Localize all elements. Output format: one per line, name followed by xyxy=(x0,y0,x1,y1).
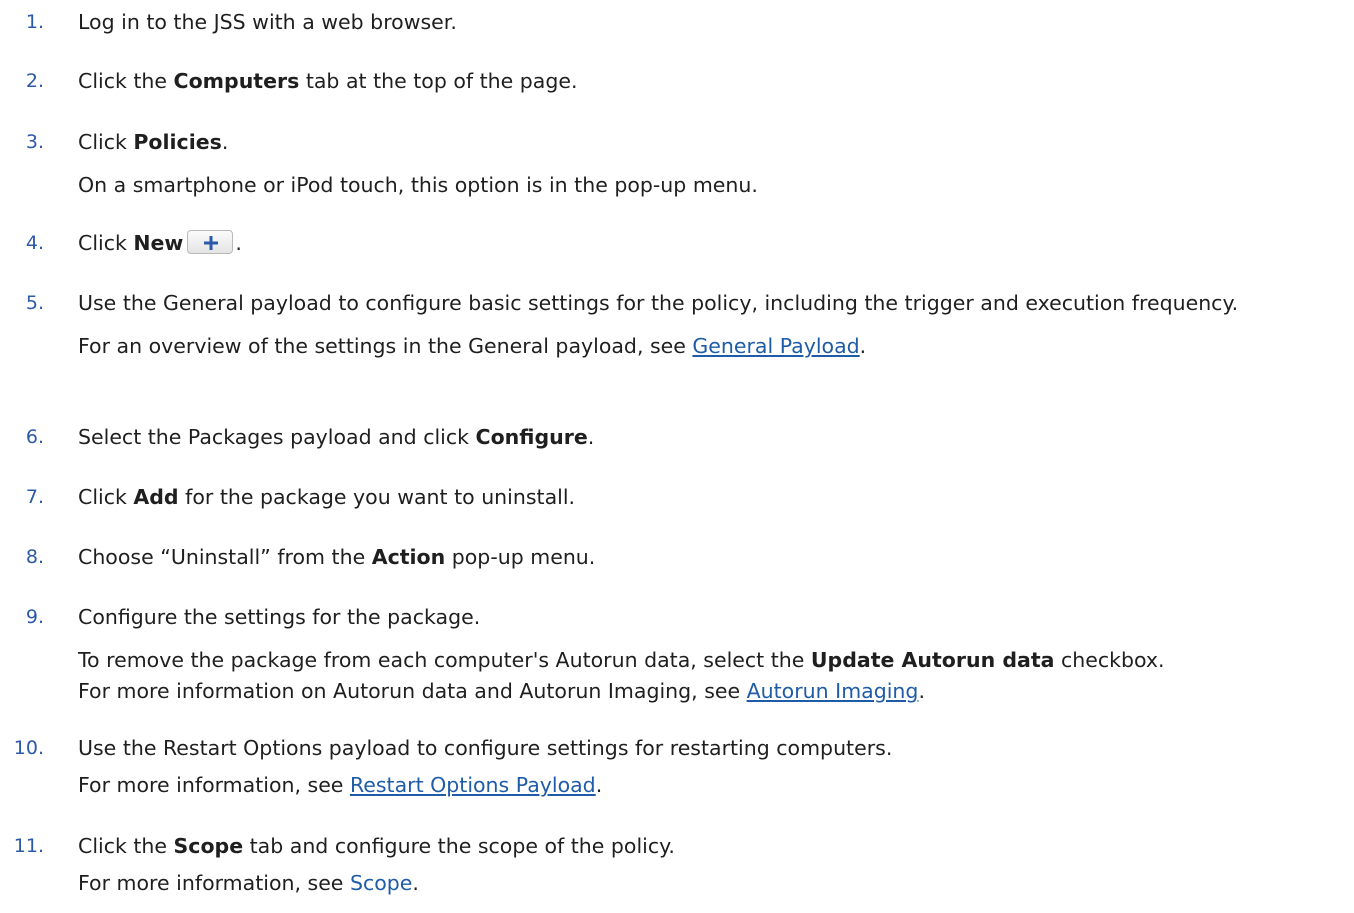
step-text: Configure the settings for the package. xyxy=(78,605,481,629)
step-text: Click Add for the package you want to un… xyxy=(78,482,1336,513)
step-text-post: . xyxy=(235,231,242,255)
step-note-post: . xyxy=(859,334,867,358)
step-text: Use the Restart Options payload to confi… xyxy=(78,736,893,760)
step-text-post: tab and configure the scope of the polic… xyxy=(243,834,675,858)
add-label: Add xyxy=(133,485,179,509)
step-note: For more information, see Scope. xyxy=(78,868,1336,899)
step-number: 7. xyxy=(25,486,44,508)
new-label: New xyxy=(133,231,184,255)
step-text: Choose “Uninstall” from the Action pop-u… xyxy=(78,542,1336,573)
restart-options-payload-link[interactable]: Restart Options Payload xyxy=(350,773,596,797)
update-autorun-label: Update Autorun data xyxy=(810,648,1055,672)
step-number: 3. xyxy=(25,131,44,153)
step-note-2: For more information on Autorun data and… xyxy=(78,676,1336,707)
step-number: 11. xyxy=(13,835,44,857)
step-text: Log in to the JSS with a web browser. xyxy=(78,10,457,34)
step-text: Click New. xyxy=(78,228,1336,259)
instruction-steps: 1. Log in to the JSS with a web browser.… xyxy=(0,0,1354,913)
step-text-post: . xyxy=(587,425,595,449)
step-text: Select the Packages payload and click Co… xyxy=(78,422,1336,453)
step-text: Use the General payload to configure bas… xyxy=(78,291,1239,315)
step-note-pre: To remove the package from each computer… xyxy=(78,648,811,672)
step-number: 4. xyxy=(25,232,44,254)
step-number: 9. xyxy=(25,606,44,628)
configure-label: Configure xyxy=(475,425,588,449)
step-note-pre: For an overview of the settings in the G… xyxy=(78,334,693,358)
step-text: Click Policies. xyxy=(78,127,1336,158)
step-text-post: tab at the top of the page. xyxy=(299,69,578,93)
step-note: For an overview of the settings in the G… xyxy=(78,331,1336,362)
step-note: To remove the package from each computer… xyxy=(78,645,1336,676)
step-note: For more information, see Restart Option… xyxy=(78,770,1336,801)
new-button[interactable] xyxy=(187,230,234,254)
step-number: 8. xyxy=(25,546,44,568)
step-note-post: checkbox. xyxy=(1054,648,1165,672)
step-note-pre: For more information, see xyxy=(78,773,350,797)
step-text-post: pop-up menu. xyxy=(445,545,596,569)
step-number: 5. xyxy=(25,292,44,314)
step-note-post: . xyxy=(918,679,925,703)
step-note: On a smartphone or iPod touch, this opti… xyxy=(78,173,758,197)
step-text-pre: Click the xyxy=(78,834,174,858)
step-number: 10. xyxy=(13,737,44,759)
step-text-post: for the package you want to uninstall. xyxy=(178,485,576,509)
step-text-pre: Choose “Uninstall” from the xyxy=(78,545,372,569)
step-text-pre: Click xyxy=(78,485,134,509)
step-text: Click the Scope tab and configure the sc… xyxy=(78,831,1336,862)
step-note-post: . xyxy=(412,871,419,895)
policies-label: Policies xyxy=(133,130,222,154)
computers-label: Computers xyxy=(173,69,300,93)
step-note-post: . xyxy=(595,773,603,797)
action-label: Action xyxy=(371,545,446,569)
step-number: 2. xyxy=(25,70,44,92)
step-text-pre: Click xyxy=(78,130,134,154)
step-number: 1. xyxy=(25,11,44,33)
general-payload-link[interactable]: General Payload xyxy=(692,334,859,358)
step-text: Click the Computers tab at the top of th… xyxy=(78,66,1336,97)
scope-link[interactable]: Scope xyxy=(350,871,412,895)
plus-icon xyxy=(204,236,219,250)
step-number: 6. xyxy=(25,426,44,448)
step-text-pre: Click xyxy=(78,231,134,255)
step-text-post: . xyxy=(221,130,229,154)
scope-label: Scope xyxy=(173,834,244,858)
autorun-imaging-link[interactable]: Autorun Imaging xyxy=(747,679,919,703)
step-text-pre: Click the xyxy=(78,69,174,93)
step-text-pre: Select the Packages payload and click xyxy=(78,425,476,449)
step-note-pre: For more information, see xyxy=(78,871,350,895)
step-note-pre: For more information on Autorun data and… xyxy=(78,679,747,703)
